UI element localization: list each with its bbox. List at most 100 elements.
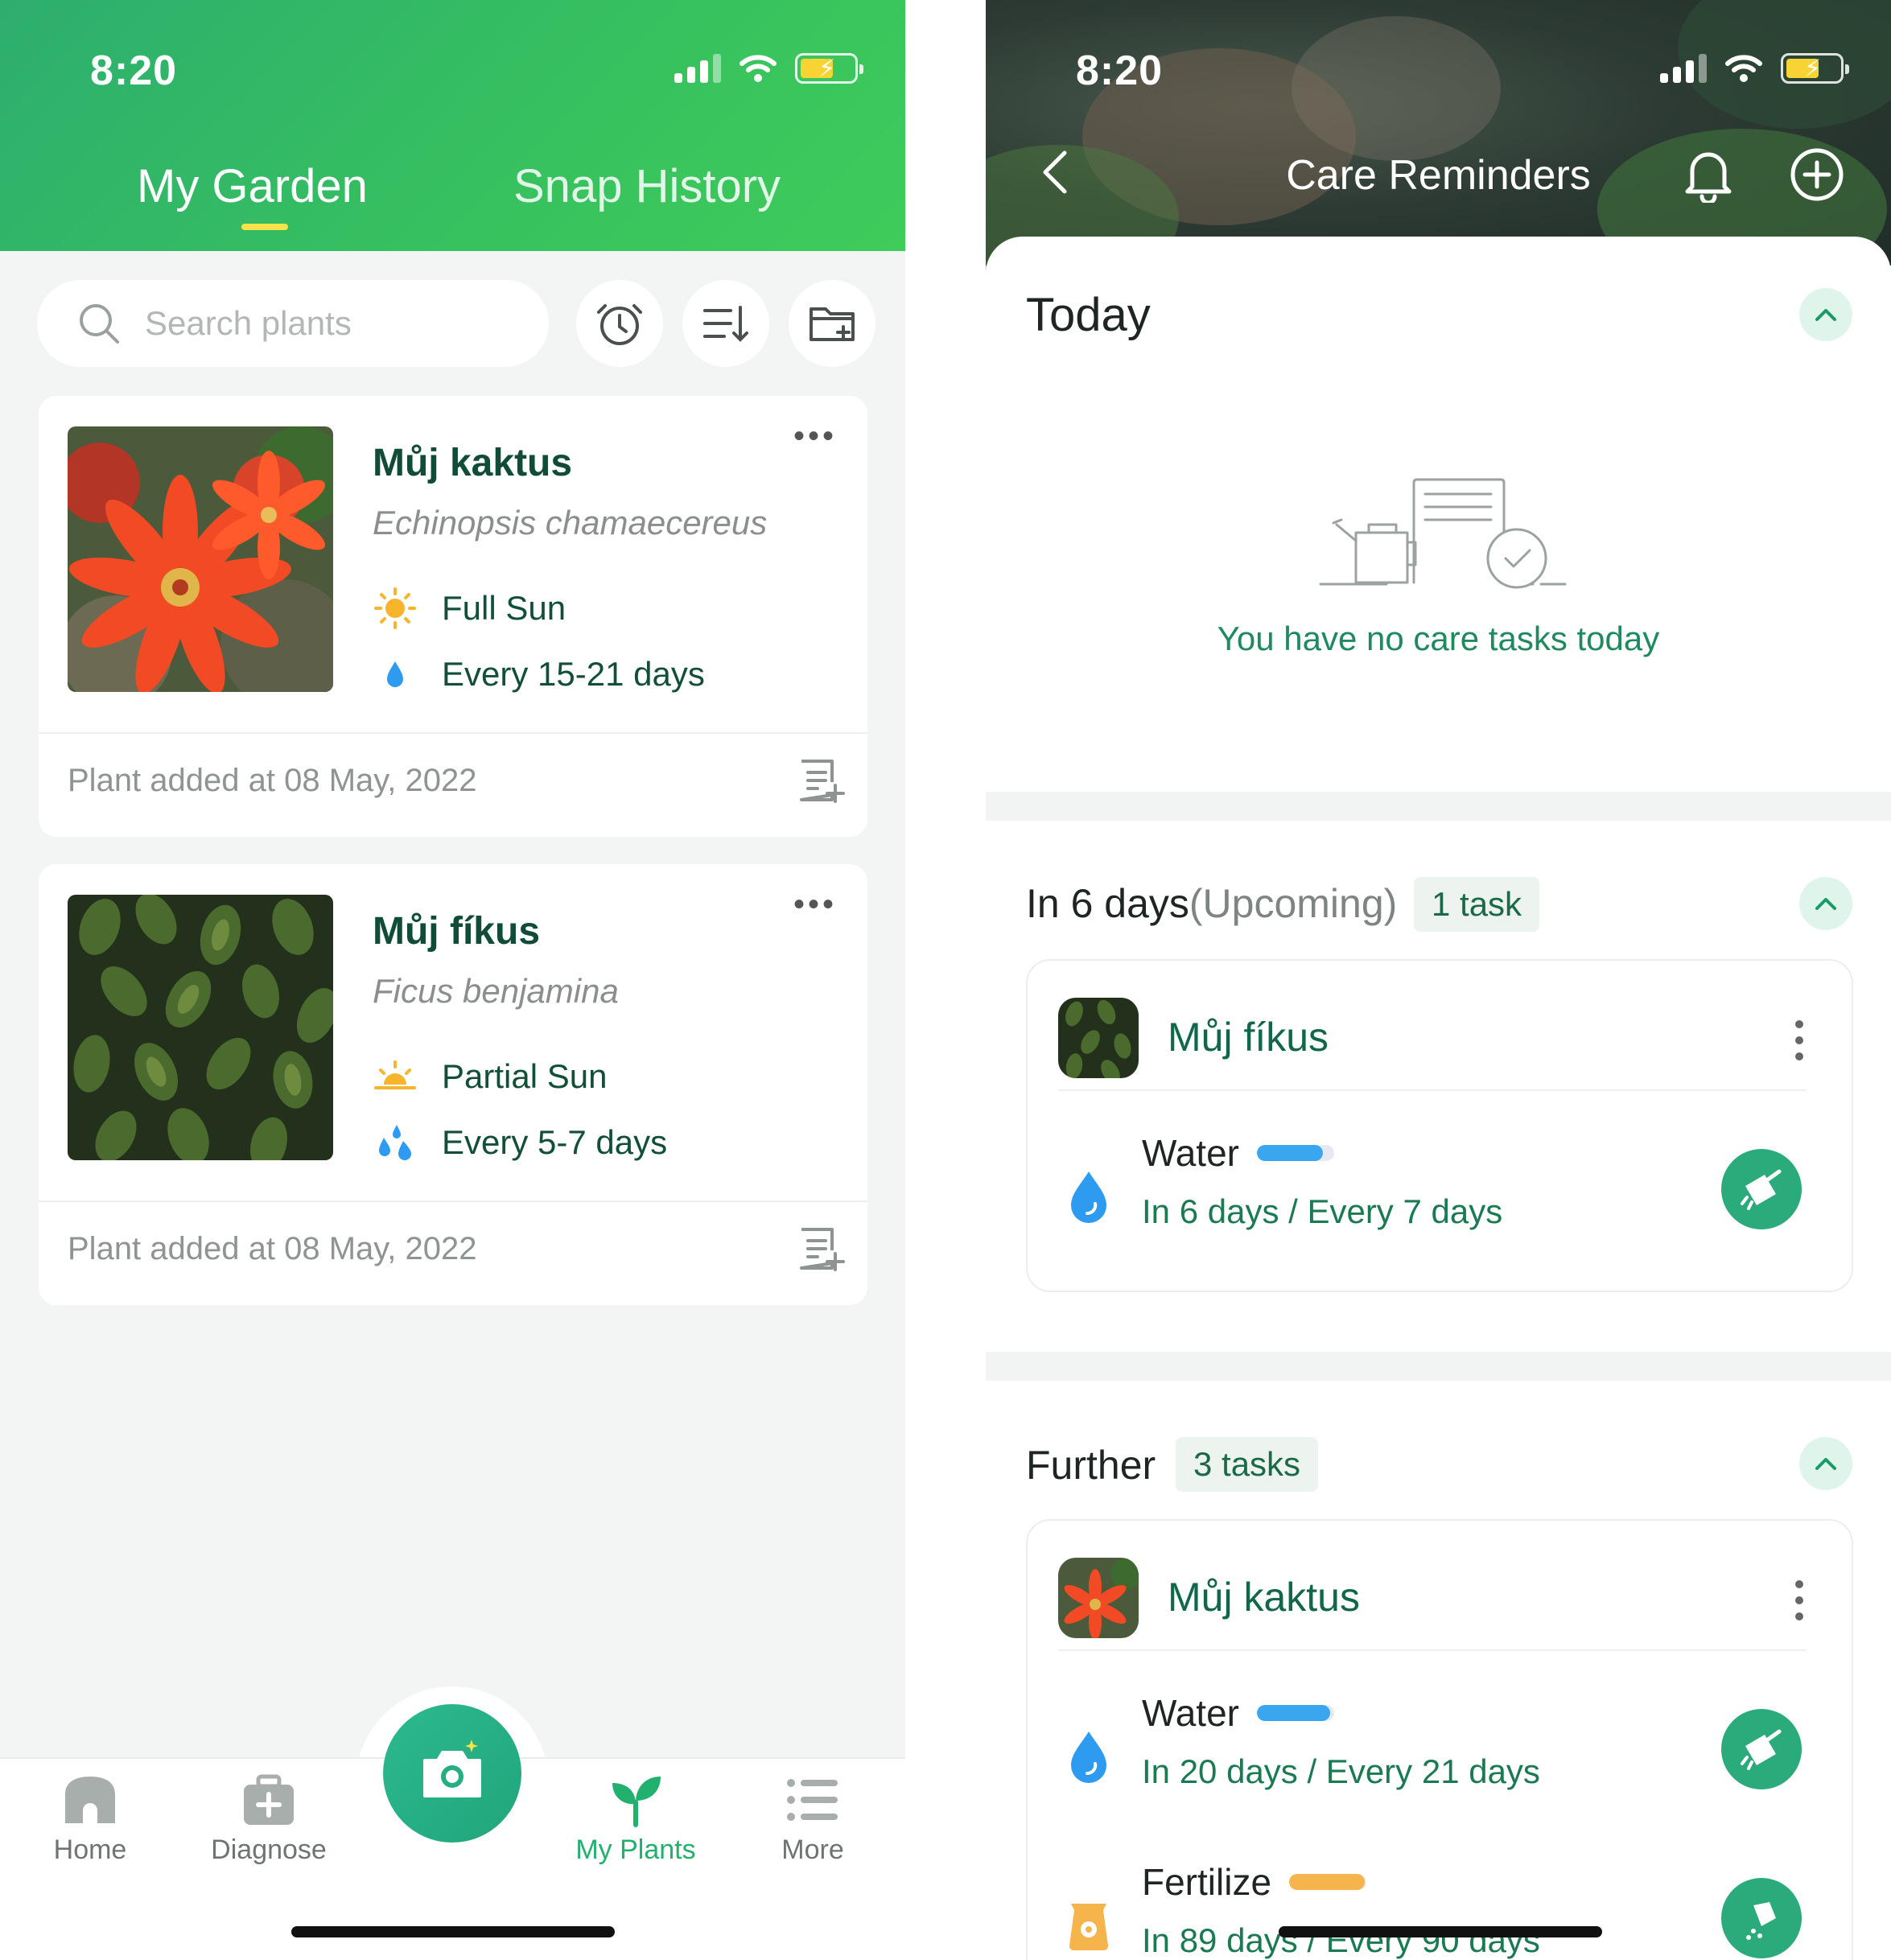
ficus-photo [68,895,333,1160]
folder-add-icon [810,307,855,341]
nav-label: My Plants [575,1834,696,1865]
task-row-water: Water In 6 days / Every 7 days [1028,1131,1852,1260]
nav-diagnose[interactable]: Diagnose [188,1759,349,1866]
water-label: Every 15-21 days [442,655,705,693]
search-placeholder: Search plants [145,304,352,342]
task-name: Water [1142,1132,1239,1174]
search-icon [80,304,119,344]
task-schedule: In 6 days / Every 7 days [1142,1192,1503,1230]
my-garden-screen: 8:20 ⚡ My Garden Snap History Search pla… [0,0,905,1960]
cellular-signal-icon [674,54,721,83]
water-requirement: Every 15-21 days [373,652,705,697]
nav-my-plants[interactable]: My Plants [555,1759,716,1866]
plant-name: Můj kaktus [373,442,573,484]
collapse-upcoming-button[interactable] [1799,877,1852,930]
plant-latin-name: Ficus benjamina [373,972,619,1010]
tab-my-garden[interactable]: My Garden [137,159,368,213]
plant-latin-name: Echinopsis chamaecereus [373,504,768,541]
nav-label: More [781,1834,844,1865]
more-options-button[interactable] [1795,1580,1803,1620]
garden-header: 8:20 ⚡ My Garden Snap History [0,0,905,251]
section-title-upcoming: In 6 days(Upcoming) [1026,880,1397,927]
water-requirement: Every 5-7 days [373,1120,667,1165]
nav-label: Home [53,1834,127,1865]
home-icon [65,1777,115,1823]
task-count-badge: 3 tasks [1176,1437,1319,1492]
more-options-button[interactable] [1795,1020,1803,1060]
section-title-today: Today [1026,289,1151,341]
add-note-icon[interactable] [793,755,845,806]
light-label: Full Sun [442,589,566,627]
nav-home[interactable]: Home [10,1759,171,1866]
complete-fertilizing-button[interactable] [1721,1878,1802,1958]
cactus-thumbnail [1058,1558,1139,1638]
added-date: Plant added at 08 May, 2022 [68,1231,477,1266]
task-schedule: In 20 days / Every 21 days [1142,1752,1540,1790]
more-options-button[interactable]: ••• [793,887,837,923]
wifi-icon [740,55,777,82]
camera-button[interactable] [383,1704,521,1843]
home-indicator [1279,1926,1602,1937]
sort-icon [703,306,748,342]
plant-card[interactable]: Můj fíkus Ficus benjamina Partial Sun Ev… [39,864,867,1305]
light-requirement: Full Sun [373,586,566,631]
chevron-up-icon [1815,1458,1836,1470]
battery-icon: ⚡ [795,53,863,84]
fertilizer-bag-icon [1069,1904,1108,1950]
task-count-badge: 1 task [1414,877,1540,932]
reminder-button[interactable] [576,280,663,367]
nav-more[interactable]: More [732,1759,893,1866]
complete-watering-button[interactable] [1721,1149,1802,1229]
search-input[interactable]: Search plants [37,280,549,367]
page-title: Care Reminders [1286,152,1591,199]
nav-label: Diagnose [211,1834,327,1865]
plant-card[interactable]: Můj kaktus Echinopsis chamaecereus Full … [39,396,867,837]
more-options-button[interactable]: ••• [793,418,837,455]
added-date: Plant added at 08 May, 2022 [68,763,477,798]
care-reminders-screen: 8:20 ⚡ Care Reminders Today You have no … [986,0,1891,1960]
cactus-photo [68,426,333,692]
watering-can-icon [1741,1729,1782,1770]
collapse-today-button[interactable] [1799,288,1852,341]
task-row-fertilize: Fertilize In 89 days / Every 90 days [1028,1860,1852,1960]
tab-snap-history[interactable]: Snap History [513,159,781,213]
complete-watering-button[interactable] [1721,1709,1802,1789]
diagnose-icon [244,1774,294,1825]
cellular-signal-icon [1660,54,1707,83]
sort-button[interactable] [682,280,769,367]
watering-can-icon [1741,1169,1782,1210]
camera-icon [423,1740,481,1797]
partial-sun-icon [373,1054,418,1099]
upcoming-suffix: (Upcoming) [1189,881,1398,926]
reminder-card[interactable]: Můj fíkus Water In 6 days / Every 7 days [1026,959,1853,1292]
water-drops-icon [373,1120,418,1165]
upcoming-title: In 6 days [1026,881,1189,926]
task-name: Water [1142,1692,1239,1734]
bell-icon[interactable] [1683,146,1734,203]
plant-name: Můj fíkus [373,910,541,953]
light-requirement: Partial Sun [373,1054,607,1099]
section-separator [986,1352,1891,1381]
status-time: 8:20 [90,47,178,94]
task-progress-bar [1256,1145,1334,1161]
water-drop-icon [373,652,418,697]
reminder-card[interactable]: Můj kaktus Water In 20 days / Every 21 d… [1026,1519,1853,1960]
chevron-up-icon [1815,898,1836,910]
sprout-icon [612,1777,661,1827]
active-tab-indicator [241,224,288,230]
empty-state-text: You have no care tasks today [1217,620,1660,657]
status-icons: ⚡ [674,53,863,84]
reminder-plant-name: Můj kaktus [1168,1575,1360,1620]
task-progress-bar [1289,1874,1367,1890]
task-label: Water [1142,1131,1334,1175]
collapse-further-button[interactable] [1799,1437,1852,1490]
alarm-clock-icon [597,304,642,345]
add-note-icon[interactable] [793,1223,845,1274]
card-divider [1058,1089,1807,1091]
wifi-icon [1725,55,1762,82]
sun-icon [373,586,418,631]
new-folder-button[interactable] [789,280,875,367]
add-circle-icon[interactable] [1789,146,1845,203]
water-drop-icon [1071,1731,1106,1783]
reminders-header: 8:20 ⚡ Care Reminders [986,0,1891,290]
